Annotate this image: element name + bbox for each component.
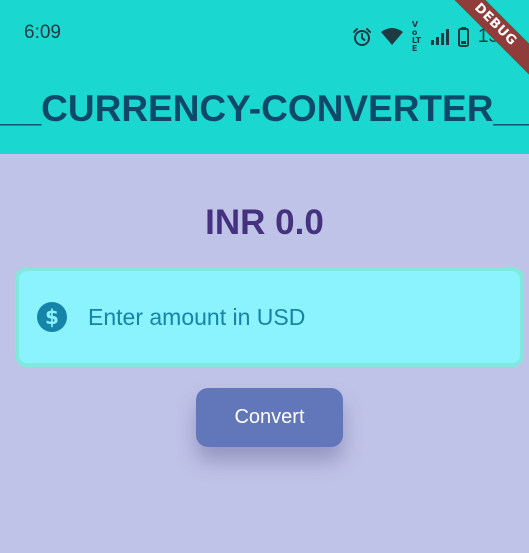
svg-text:$: $: [45, 305, 59, 329]
status-time: 6:09: [24, 22, 61, 43]
amount-input-container[interactable]: $: [15, 267, 524, 367]
volte-icon: Vo LTE: [412, 21, 422, 53]
alarm-icon: [352, 27, 372, 47]
amount-input[interactable]: [88, 297, 488, 337]
convert-button[interactable]: Convert: [196, 388, 343, 447]
converted-amount: INR 0.0: [205, 203, 324, 242]
volte-label: Vo LTE: [411, 20, 422, 53]
dollar-icon: $: [36, 301, 68, 333]
app-title: __CURRENCY-CONVERTER__: [0, 88, 529, 129]
signal-icon: [430, 29, 449, 45]
app-bar: 6:09 Vo LTE 15 __CURRENCY-CONVERTER__: [0, 0, 529, 154]
wifi-icon: [380, 28, 403, 46]
battery-icon: [457, 27, 469, 47]
status-icons: Vo LTE 15: [352, 21, 499, 53]
status-bar: 6:09 Vo LTE 15: [0, 0, 529, 64]
